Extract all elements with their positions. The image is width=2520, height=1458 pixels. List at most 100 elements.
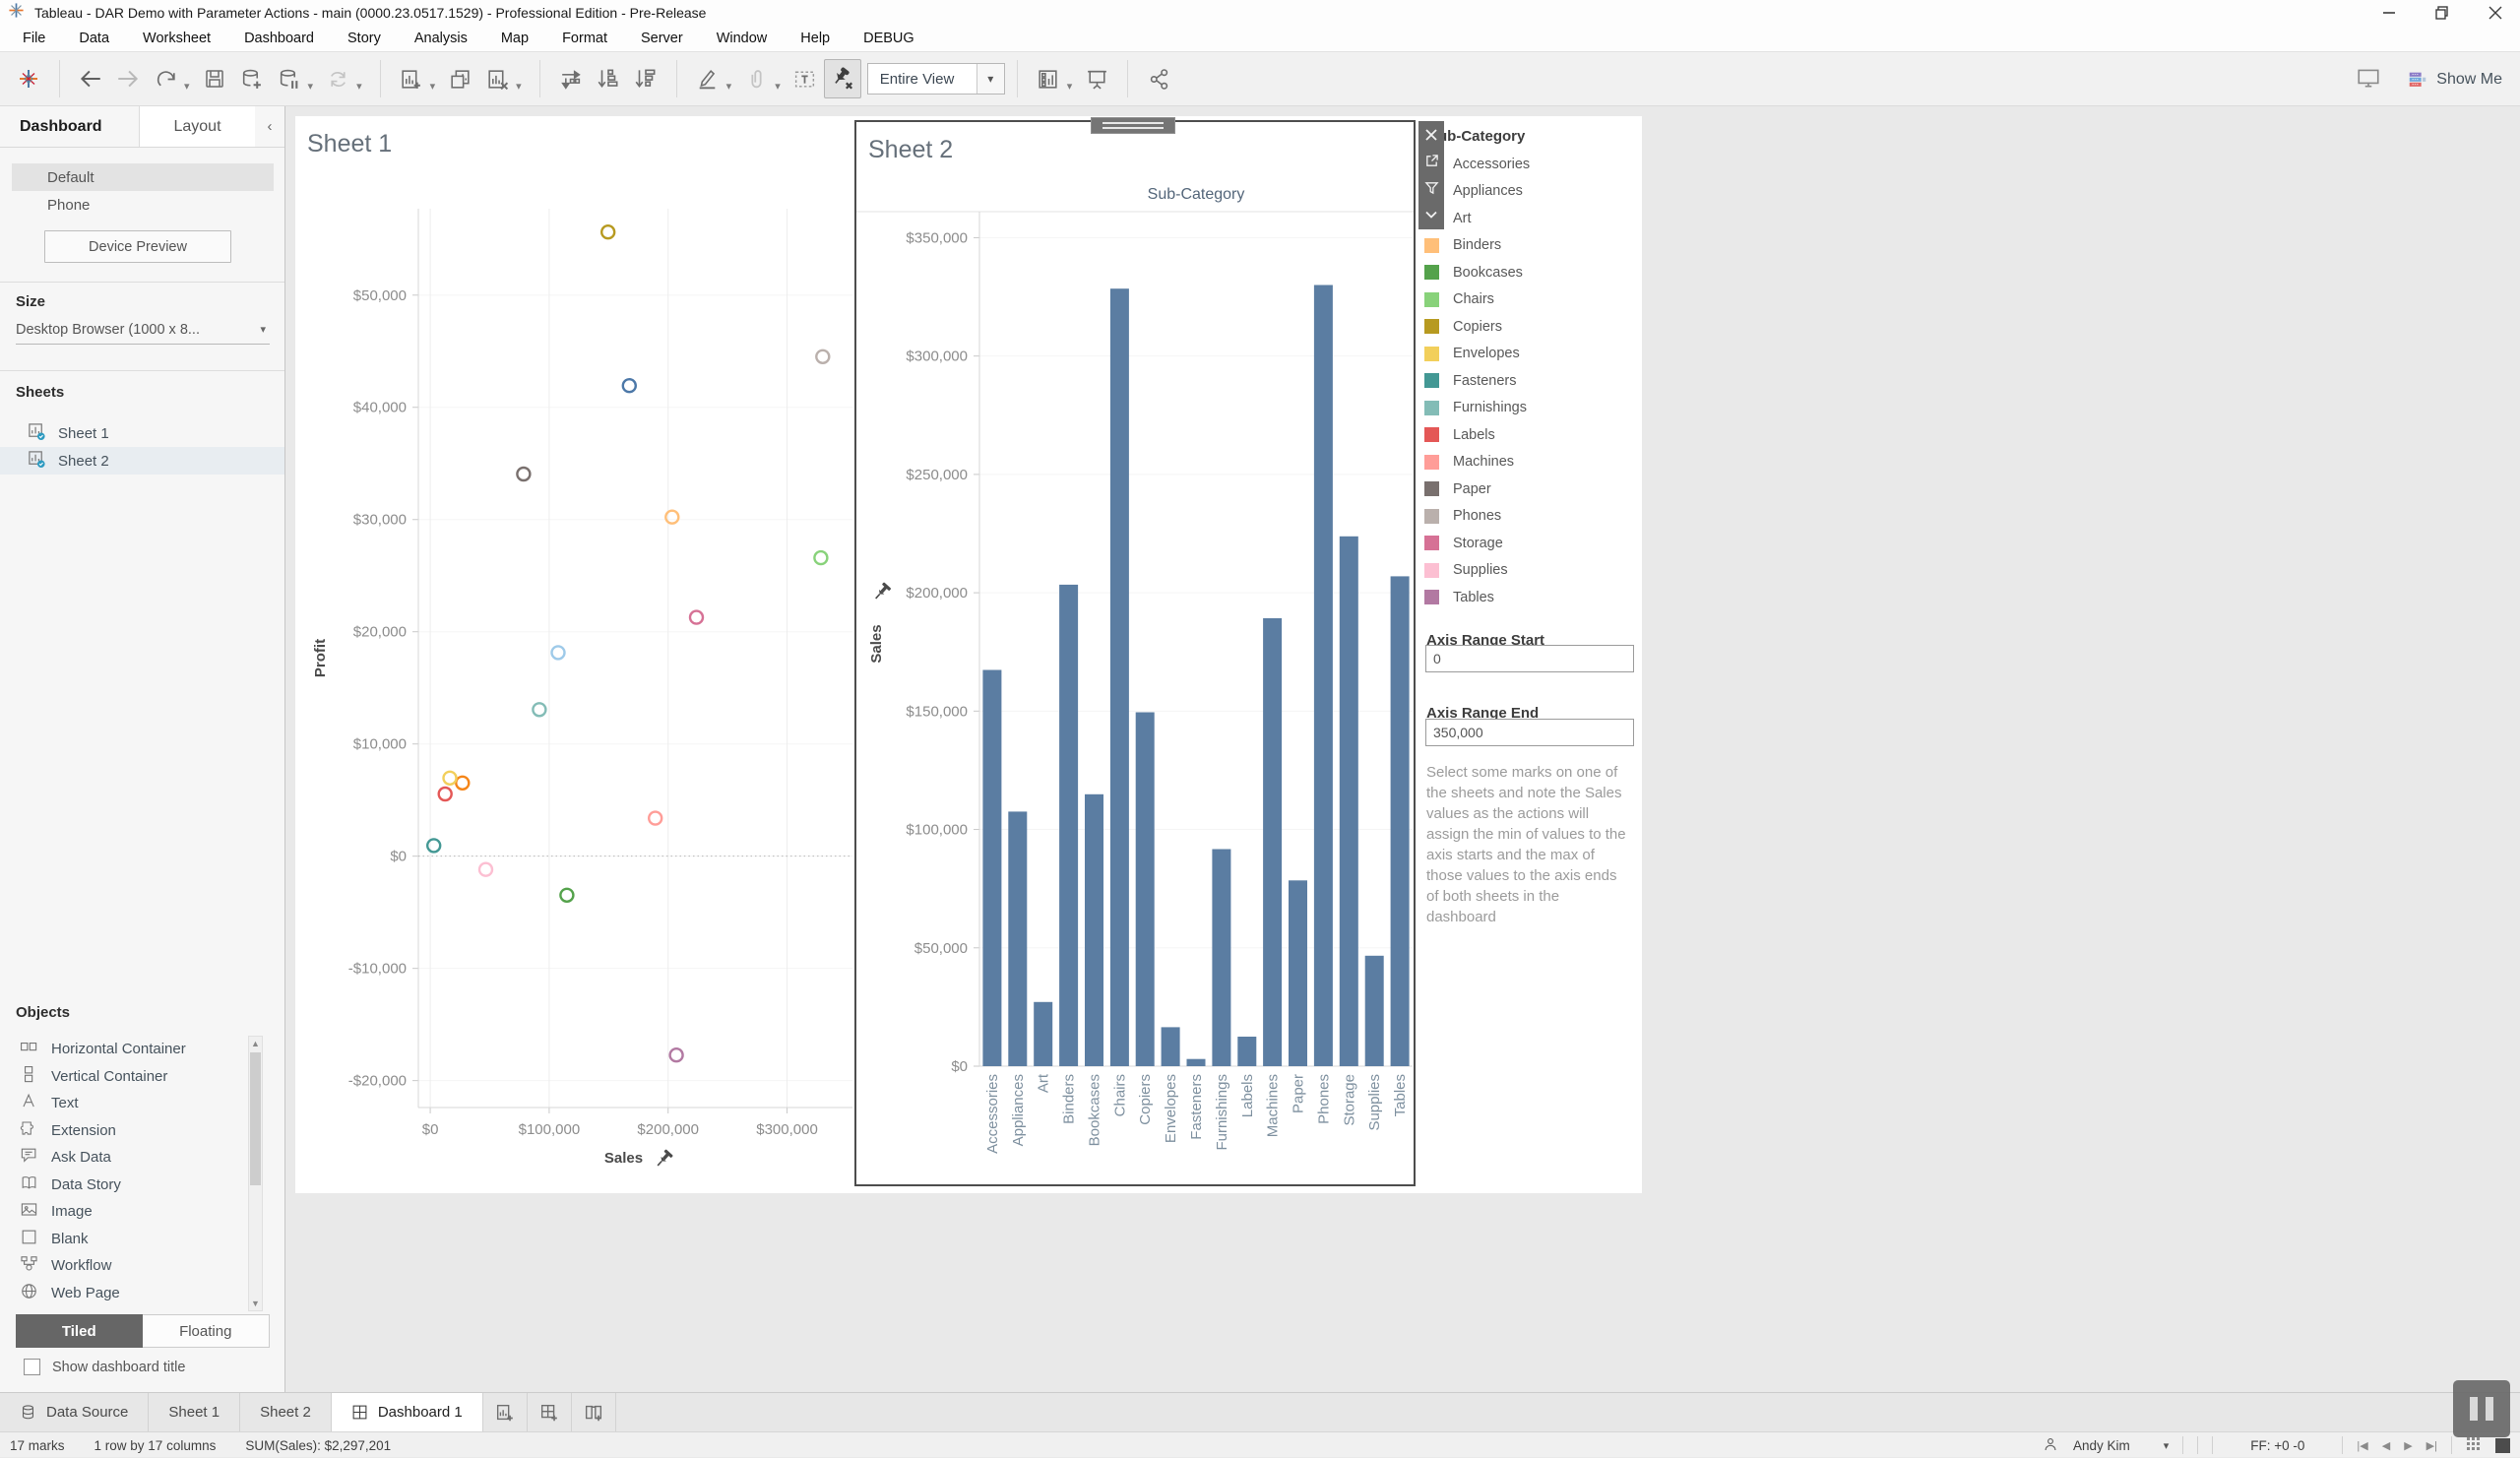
object-item-horizontal-container[interactable]: Horizontal Container bbox=[0, 1036, 246, 1063]
nav-last-icon[interactable]: ▶| bbox=[2426, 1439, 2437, 1452]
show-hide-cards-button[interactable] bbox=[1030, 59, 1067, 98]
presentation-mode-button[interactable] bbox=[1078, 59, 1115, 98]
bar-labels[interactable] bbox=[1237, 1037, 1256, 1066]
object-item-blank[interactable]: Blank bbox=[0, 1226, 246, 1253]
group-members-button[interactable] bbox=[737, 59, 775, 98]
scatter-mark-paper[interactable] bbox=[517, 468, 530, 480]
redo-button[interactable] bbox=[147, 59, 184, 98]
menu-format[interactable]: Format bbox=[545, 26, 624, 51]
clear-sheet-caret-icon[interactable]: ▾ bbox=[516, 80, 522, 93]
collapse-pane-icon[interactable]: ‹ bbox=[255, 106, 284, 147]
highlight-button[interactable] bbox=[689, 59, 726, 98]
save-button[interactable] bbox=[196, 59, 233, 98]
scatter-mark-bookcases[interactable] bbox=[560, 889, 573, 902]
device-designer-icon[interactable] bbox=[2356, 65, 2381, 95]
menu-map[interactable]: Map bbox=[484, 26, 545, 51]
legend-item-fasteners[interactable]: Fasteners bbox=[1424, 367, 1639, 395]
sort-ascending-button[interactable] bbox=[590, 59, 627, 98]
sidebar-sheet-sheet1[interactable]: Sheet 1 bbox=[0, 419, 284, 447]
legend-item-paper[interactable]: Paper bbox=[1424, 475, 1639, 503]
legend-item-storage[interactable]: Storage bbox=[1424, 530, 1639, 557]
recording-pause-overlay[interactable] bbox=[2453, 1380, 2510, 1437]
user-name[interactable]: Andy Kim bbox=[2073, 1438, 2130, 1453]
tab-sheet-2[interactable]: Sheet 2 bbox=[240, 1393, 332, 1431]
tiled-button[interactable]: Tiled bbox=[16, 1314, 143, 1348]
scroll-down-icon[interactable]: ▼ bbox=[249, 1297, 262, 1310]
bar-appliances[interactable] bbox=[1008, 811, 1027, 1066]
scatter-mark-copiers[interactable] bbox=[601, 225, 614, 238]
scatter-mark-furnishings[interactable] bbox=[533, 703, 545, 716]
object-item-workflow[interactable]: Workflow bbox=[0, 1252, 246, 1280]
bar-art[interactable] bbox=[1034, 1002, 1052, 1066]
menu-window[interactable]: Window bbox=[700, 26, 785, 51]
nav-first-icon[interactable]: |◀ bbox=[2357, 1439, 2367, 1452]
show-mark-labels-button[interactable] bbox=[787, 59, 824, 98]
scatter-mark-fasteners[interactable] bbox=[427, 839, 440, 852]
scatter-mark-supplies[interactable] bbox=[479, 863, 492, 876]
new-worksheet-caret-icon[interactable]: ▾ bbox=[430, 80, 436, 93]
legend-item-envelopes[interactable]: Envelopes bbox=[1424, 341, 1639, 368]
device-item-phone[interactable]: Phone bbox=[12, 191, 274, 219]
refresh-button[interactable] bbox=[319, 59, 356, 98]
film-strip-icon[interactable] bbox=[2495, 1438, 2510, 1453]
pause-updates-button[interactable] bbox=[271, 59, 308, 98]
clear-sheet-button[interactable] bbox=[478, 59, 516, 98]
scatter-mark-chairs[interactable] bbox=[814, 551, 827, 564]
show-dashboard-title-checkbox[interactable] bbox=[24, 1359, 40, 1375]
new-data-source-button[interactable] bbox=[233, 59, 271, 98]
bar-fasteners[interactable] bbox=[1187, 1059, 1206, 1066]
bar-furnishings[interactable] bbox=[1212, 850, 1230, 1067]
legend-item-furnishings[interactable]: Furnishings bbox=[1424, 395, 1639, 422]
legend-item-accessories[interactable]: Accessories bbox=[1424, 151, 1639, 178]
sheet1-zone[interactable]: Sheet 1 -$20,000-$10,000$0$10,000$20,000… bbox=[295, 116, 852, 1186]
legend-item-art[interactable]: Art bbox=[1424, 205, 1639, 232]
object-item-data-story[interactable]: Data Story bbox=[0, 1172, 246, 1199]
device-item-default[interactable]: Default bbox=[12, 163, 274, 191]
bar-storage[interactable] bbox=[1340, 537, 1358, 1066]
sidebar-sheet-sheet2[interactable]: Sheet 2 bbox=[0, 447, 284, 475]
menu-dashboard[interactable]: Dashboard bbox=[227, 26, 331, 51]
scatter-mark-envelopes[interactable] bbox=[444, 772, 457, 785]
group-caret-icon[interactable]: ▾ bbox=[775, 80, 781, 93]
menu-worksheet[interactable]: Worksheet bbox=[126, 26, 227, 51]
redo-caret-icon[interactable]: ▾ bbox=[184, 80, 190, 93]
legend-item-labels[interactable]: Labels bbox=[1424, 421, 1639, 449]
fit-caret-icon[interactable]: ▾ bbox=[976, 64, 1004, 94]
sheet2-zone-selected[interactable]: Sheet 2 Sub-Category$0$50,000$100,000$15… bbox=[854, 120, 1416, 1186]
object-item-text[interactable]: Text bbox=[0, 1090, 246, 1117]
legend-item-supplies[interactable]: Supplies bbox=[1424, 557, 1639, 585]
legend-item-tables[interactable]: Tables bbox=[1424, 584, 1639, 611]
filter-icon[interactable] bbox=[1418, 174, 1444, 201]
bar-phones[interactable] bbox=[1314, 285, 1333, 1067]
zone-move-handle[interactable] bbox=[1091, 117, 1175, 134]
object-item-image[interactable]: Image bbox=[0, 1198, 246, 1226]
nav-next-icon[interactable]: ▶ bbox=[2404, 1439, 2412, 1452]
tab-data-source[interactable]: Data Source bbox=[0, 1393, 149, 1431]
object-item-ask-data[interactable]: Ask Data bbox=[0, 1144, 246, 1172]
more-options-caret-icon[interactable] bbox=[1418, 201, 1444, 227]
go-to-sheet-icon[interactable] bbox=[1418, 148, 1444, 174]
scatter-mark-machines[interactable] bbox=[649, 812, 662, 825]
menu-debug[interactable]: DEBUG bbox=[847, 26, 931, 51]
show-me-button[interactable]: Show Me bbox=[2407, 69, 2502, 91]
scatter-mark-storage[interactable] bbox=[690, 611, 703, 624]
menu-data[interactable]: Data bbox=[62, 26, 126, 51]
bar-copiers[interactable] bbox=[1136, 713, 1155, 1067]
fit-dropdown[interactable]: Entire View ▾ bbox=[867, 63, 1005, 95]
fix-axes-button[interactable] bbox=[824, 59, 861, 98]
menu-help[interactable]: Help bbox=[784, 26, 847, 51]
device-preview-button[interactable]: Device Preview bbox=[44, 230, 231, 263]
swap-axes-button[interactable] bbox=[552, 59, 590, 98]
tab-layout[interactable]: Layout bbox=[139, 106, 255, 147]
legend-item-copiers[interactable]: Copiers bbox=[1424, 313, 1639, 341]
nav-prev-icon[interactable]: ◀ bbox=[2382, 1439, 2390, 1452]
object-item-extension[interactable]: Extension bbox=[0, 1117, 246, 1145]
floating-button[interactable]: Floating bbox=[143, 1314, 271, 1348]
axis-range-start-input[interactable] bbox=[1425, 645, 1634, 672]
scatter-mark-appliances[interactable] bbox=[552, 646, 565, 659]
refresh-caret-icon[interactable]: ▾ bbox=[356, 80, 362, 93]
bar-paper[interactable] bbox=[1289, 880, 1307, 1066]
bar-bookcases[interactable] bbox=[1085, 794, 1103, 1066]
menu-story[interactable]: Story bbox=[331, 26, 398, 51]
bar-accessories[interactable] bbox=[982, 670, 1001, 1067]
